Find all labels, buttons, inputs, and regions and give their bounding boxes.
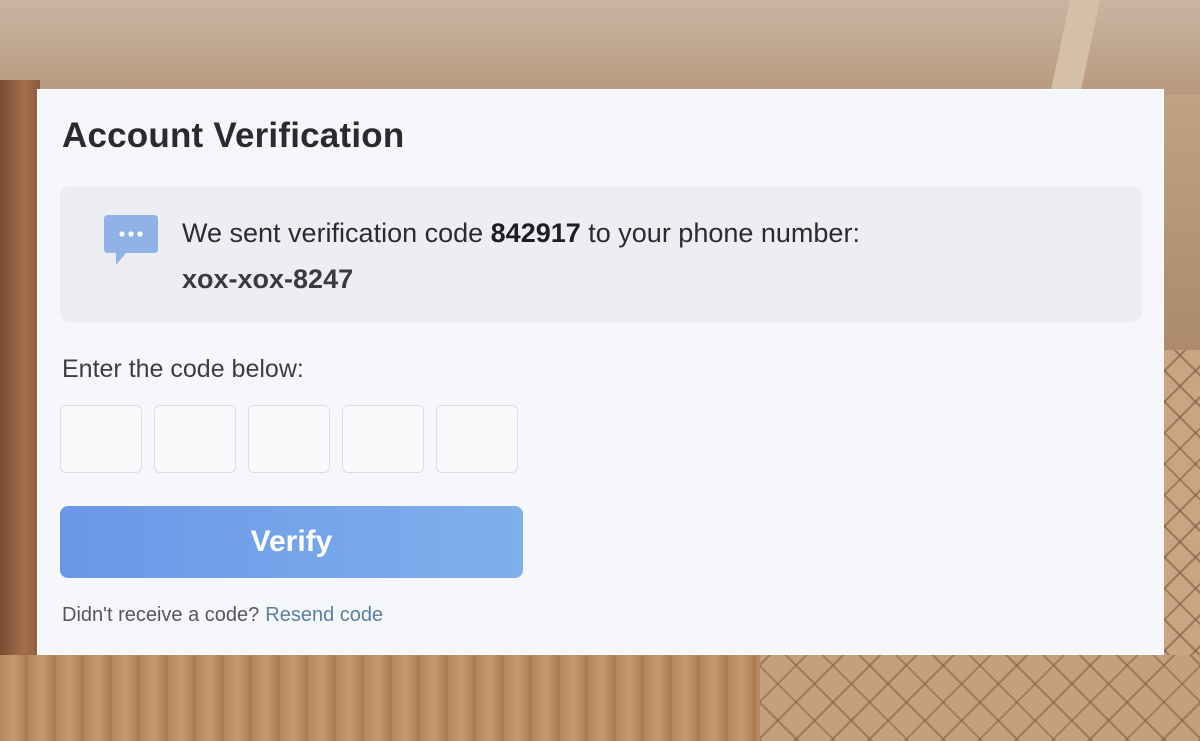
verify-button[interactable]: Verify: [60, 506, 523, 578]
verification-card: Account Verification We sent verificatio…: [37, 89, 1164, 655]
code-input-group: [60, 405, 518, 473]
code-digit-4-input[interactable]: [342, 405, 424, 473]
code-digit-5-input[interactable]: [436, 405, 518, 473]
masked-phone-number: xox-xox-8247: [182, 264, 354, 294]
code-digit-3-input[interactable]: [248, 405, 330, 473]
background-lattice-lower: [760, 655, 1200, 741]
background-shelf: [0, 80, 40, 741]
code-entry-label: Enter the code below:: [62, 355, 304, 383]
background-ceiling: [0, 0, 1200, 95]
message-prefix: We sent verification code: [182, 218, 491, 248]
resend-row: Didn't receive a code? Resend code: [62, 604, 383, 627]
message-suffix: to your phone number:: [580, 218, 860, 248]
code-sent-message: We sent verification code 842917 to your…: [182, 218, 860, 249]
background-scene: Account Verification We sent verificatio…: [0, 0, 1200, 741]
resend-prompt: Didn't receive a code?: [62, 604, 260, 626]
code-digit-1-input[interactable]: [60, 405, 142, 473]
verification-code: 842917: [490, 218, 581, 248]
resend-code-link[interactable]: Resend code: [265, 604, 383, 626]
code-digit-2-input[interactable]: [154, 405, 236, 473]
chat-bubble-icon: [104, 215, 158, 265]
page-title: Account Verification: [62, 116, 405, 155]
code-info-panel: We sent verification code 842917 to your…: [60, 186, 1142, 322]
